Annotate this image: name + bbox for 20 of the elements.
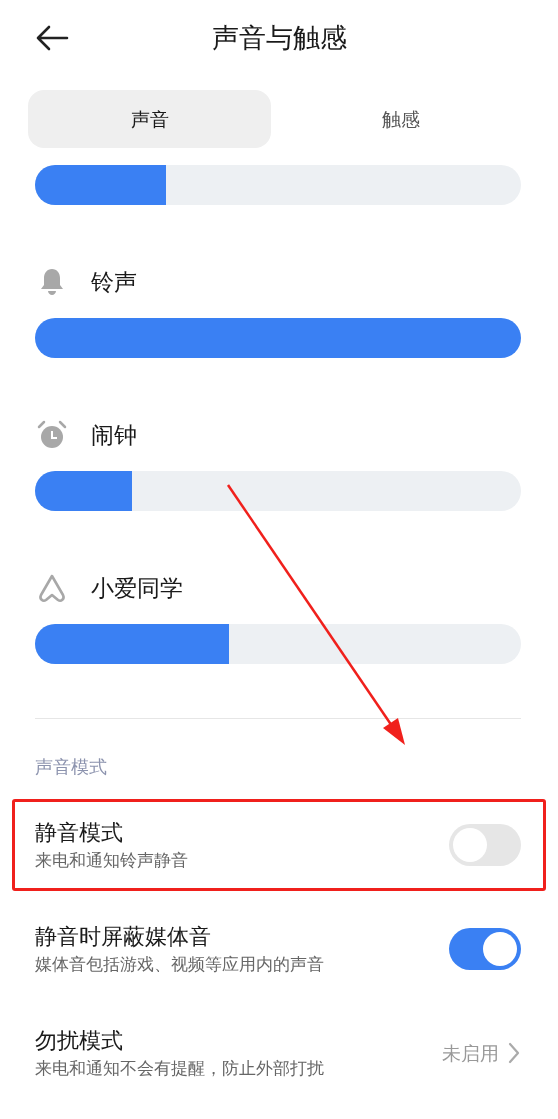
volume-label: 小爱同学 bbox=[91, 573, 183, 603]
tab[interactable]: 声音 bbox=[28, 90, 271, 148]
section-title: 声音模式 bbox=[35, 757, 108, 777]
setting-title: 勿扰模式 bbox=[35, 1027, 124, 1055]
setting-description: 媒体音包括游戏、视频等应用内的声音 bbox=[35, 953, 325, 976]
toggle-switch[interactable] bbox=[449, 928, 521, 970]
volume-slider-track[interactable] bbox=[35, 624, 521, 664]
setting-description: 来电和通知铃声静音 bbox=[35, 849, 189, 872]
tab[interactable]: 触感 bbox=[271, 90, 530, 148]
volume-label: 铃声 bbox=[91, 267, 137, 297]
chevron-right-icon bbox=[507, 1041, 521, 1065]
volume-slider-track[interactable] bbox=[35, 165, 521, 205]
toggle-switch[interactable] bbox=[449, 824, 521, 866]
back-icon[interactable] bbox=[35, 24, 69, 52]
setting-description: 来电和通知不会有提醒，防止外部打扰 bbox=[35, 1057, 325, 1080]
setting-title: 静音时屏蔽媒体音 bbox=[35, 923, 212, 951]
setting-title: 静音模式 bbox=[35, 819, 124, 847]
volume-label: 闹钟 bbox=[91, 420, 137, 450]
page-title: 声音与触感 bbox=[211, 20, 347, 55]
volume-slider-track[interactable] bbox=[35, 471, 521, 511]
